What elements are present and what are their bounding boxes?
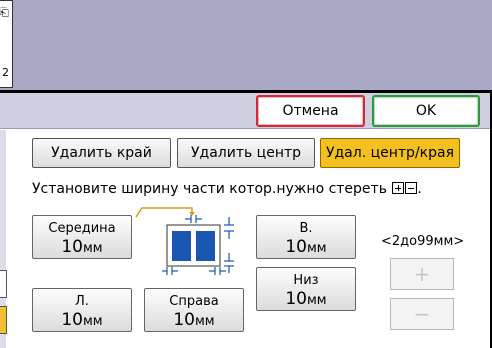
left-arrows xyxy=(162,267,178,275)
middle-value: 10 xyxy=(61,237,83,257)
increase-button[interactable]: + xyxy=(390,258,454,290)
left-value: 10 xyxy=(61,310,83,330)
right-arrows xyxy=(209,267,226,275)
top-unit: мм xyxy=(307,241,327,256)
right-value: 10 xyxy=(173,310,195,330)
top-label: В. xyxy=(299,221,313,236)
document-icon: ⎗ xyxy=(0,6,9,19)
right-page-block xyxy=(196,231,215,261)
right-label: Справа xyxy=(169,294,219,309)
range-hint: <2до99мм> xyxy=(381,234,465,249)
bottom-arrows xyxy=(224,253,234,273)
erase-area-diagram xyxy=(135,207,234,275)
right-width-button[interactable]: Справа 10мм xyxy=(144,288,244,332)
instruction-message: Установите ширину части котор.нужно стер… xyxy=(32,181,387,197)
thumbnail-page-number: 2 xyxy=(2,66,9,79)
pointer-arrowhead xyxy=(189,212,195,216)
top-arrows xyxy=(224,217,234,239)
tab-erase-center[interactable]: Удалить центр xyxy=(177,138,315,168)
decrease-button[interactable]: − xyxy=(390,298,454,330)
tab-erase-edge[interactable]: Удалить край xyxy=(32,138,171,168)
middle-arrows xyxy=(185,215,202,223)
middle-label: Середина xyxy=(48,221,116,236)
bottom-unit: мм xyxy=(307,293,327,308)
left-label: Л. xyxy=(75,294,89,309)
instruction-text: Установите ширину части котор.нужно стер… xyxy=(32,181,422,197)
left-width-button[interactable]: Л. 10мм xyxy=(32,288,132,332)
minus-key-icon xyxy=(405,182,418,194)
preview-panel: ⎗ 2 xyxy=(0,0,492,90)
pointer-line xyxy=(135,207,193,218)
left-partial-selected-button[interactable] xyxy=(0,306,7,334)
cancel-button[interactable]: Отмена xyxy=(256,95,365,127)
instruction-period: . xyxy=(417,181,422,197)
left-page-block xyxy=(172,231,191,261)
left-partial-button[interactable] xyxy=(0,270,7,298)
middle-unit: мм xyxy=(83,241,103,256)
plus-key-icon xyxy=(392,182,405,194)
left-unit: мм xyxy=(83,314,103,329)
action-bar: Отмена OK xyxy=(0,93,490,129)
top-width-button[interactable]: В. 10мм xyxy=(256,215,356,259)
bottom-value: 10 xyxy=(285,289,307,309)
middle-width-button[interactable]: Середина 10мм xyxy=(32,215,132,259)
ok-button[interactable]: OK xyxy=(372,95,480,127)
page-thumbnail[interactable]: ⎗ 2 xyxy=(0,0,13,88)
bottom-label: Низ xyxy=(293,273,319,288)
bottom-width-button[interactable]: Низ 10мм xyxy=(256,267,356,311)
right-unit: мм xyxy=(195,314,215,329)
tab-erase-center-edge[interactable]: Удал. центр/края xyxy=(320,138,460,168)
top-value: 10 xyxy=(285,237,307,257)
